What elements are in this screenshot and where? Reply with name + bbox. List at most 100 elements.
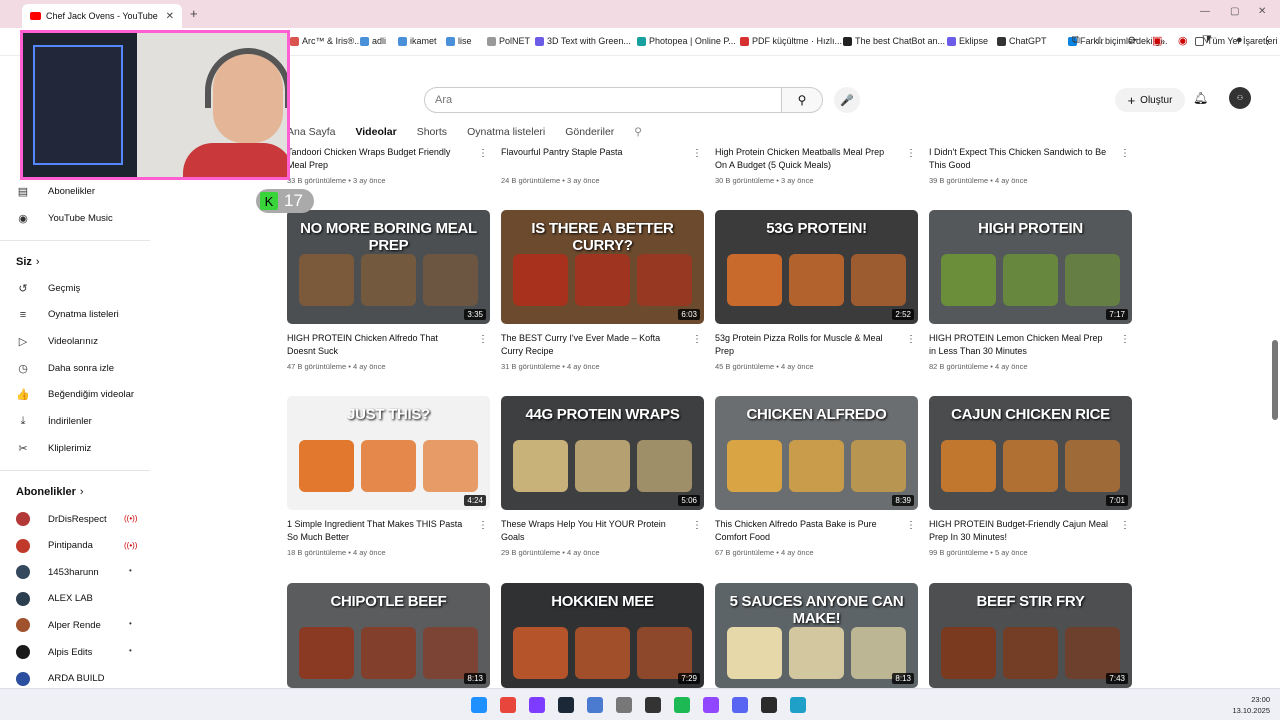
video-title[interactable]: The BEST Curry I've Ever Made – Kofta Cu…	[501, 332, 681, 358]
tab-playlists[interactable]: Oynatma listeleri	[467, 126, 545, 142]
browser-menu-icon[interactable]: ⋮	[1262, 34, 1273, 47]
create-button[interactable]: + Oluştur	[1115, 88, 1185, 112]
tab-shorts[interactable]: Shorts	[417, 126, 447, 142]
bookmark-item[interactable]: The best ChatBot an...	[843, 36, 945, 46]
sidebar-item-like[interactable]: 👍 Beğendiğim videolar	[16, 388, 134, 401]
video-thumbnail[interactable]: HOKKIEN MEE 7:29	[501, 583, 704, 688]
video-card[interactable]: CAJUN CHICKEN RICE 7:01 HIGH PROTEIN Budge…	[929, 396, 1132, 557]
sidebar-subscriptions-header[interactable]: Abonelikler ›	[16, 486, 84, 498]
search-button[interactable]: ⚲	[781, 87, 823, 113]
video-title[interactable]: These Wraps Help You Hit YOUR Protein Go…	[501, 518, 681, 544]
video-card[interactable]: Tandoori Chicken Wraps Budget Friendly M…	[287, 146, 490, 185]
video-card[interactable]: IS THERE A BETTER CURRY? 6:03 The BEST Cur…	[501, 210, 704, 371]
video-card[interactable]: HIGH PROTEIN 7:17 HIGH PROTEIN Lemon Chick…	[929, 210, 1132, 371]
more-options-icon[interactable]: ⋮	[1120, 148, 1130, 159]
video-thumbnail[interactable]: BEEF STIR FRY 7:43	[929, 583, 1132, 688]
minimize-icon[interactable]: —	[1200, 6, 1210, 17]
spotify-icon[interactable]	[674, 697, 690, 713]
clock-app-icon[interactable]	[616, 697, 632, 713]
sidebar-item-clips[interactable]: ✂ Kliplerimiz	[16, 442, 91, 455]
sidebar-item-youtube-music[interactable]: ◉ YouTube Music	[16, 212, 113, 225]
video-thumbnail[interactable]: HIGH PROTEIN 7:17	[929, 210, 1132, 324]
sidebar-item-your-videos[interactable]: ▷ Videolarınız	[16, 335, 98, 348]
system-clock[interactable]: 23:00 13.10.2025	[1232, 694, 1270, 716]
windows-start-icon[interactable]	[471, 697, 487, 713]
subscription-item[interactable]: 1453harunn	[16, 565, 99, 580]
profile-icon[interactable]: ●	[1236, 34, 1243, 46]
extensions-puzzle-icon[interactable]: ⧩	[1202, 34, 1212, 47]
video-title[interactable]: HIGH PROTEIN Lemon Chicken Meal Prep in …	[929, 332, 1109, 358]
bookmark-item[interactable]: Arc™ & Iris®...	[290, 36, 362, 46]
video-title[interactable]: HIGH PROTEIN Chicken Alfredo That Doesnt…	[287, 332, 467, 358]
subscription-item[interactable]: Alper Rende	[16, 618, 101, 633]
extension-icon-1[interactable]: ⟳	[1128, 34, 1137, 47]
cast-icon[interactable]: ⧉	[1072, 34, 1080, 47]
video-thumbnail[interactable]: JUST THIS? 4:24	[287, 396, 490, 510]
notifications-bell-icon[interactable]: 🔔︎	[1193, 91, 1208, 105]
video-thumbnail[interactable]: NO MORE BORING MEAL PREP 3:35	[287, 210, 490, 324]
more-options-icon[interactable]: ⋮	[1120, 334, 1130, 345]
subscription-item[interactable]: DrDisRespect	[16, 512, 107, 526]
video-card[interactable]: High Protein Chicken Meatballs Meal Prep…	[715, 146, 918, 185]
more-options-icon[interactable]: ⋮	[906, 148, 916, 159]
terminal-icon[interactable]	[645, 697, 661, 713]
sidebar-item-playlist[interactable]: ≡ Oynatma listeleri	[16, 309, 119, 321]
more-options-icon[interactable]: ⋮	[692, 520, 702, 531]
video-card[interactable]: 5 SAUCES ANYONE CAN MAKE! 8:13	[715, 583, 918, 688]
more-options-icon[interactable]: ⋮	[478, 334, 488, 345]
video-card[interactable]: HOKKIEN MEE 7:29	[501, 583, 704, 688]
video-card[interactable]: BEEF STIR FRY 7:43	[929, 583, 1132, 688]
sidebar-you-header[interactable]: Siz ›	[16, 256, 40, 268]
twitch-icon[interactable]	[703, 697, 719, 713]
subscription-item[interactable]: Pintipanda	[16, 538, 93, 553]
tab-posts[interactable]: Gönderiler	[565, 126, 614, 142]
chrome-icon[interactable]	[500, 697, 516, 713]
video-card[interactable]: JUST THIS? 4:24 1 Simple Ingredient That M…	[287, 396, 490, 557]
video-thumbnail[interactable]: CHICKEN ALFREDO 8:39	[715, 396, 918, 510]
video-thumbnail[interactable]: 44G PROTEIN WRAPS 5:06	[501, 396, 704, 510]
sidebar-item-subscriptions[interactable]: ▤ Abonelikler	[16, 185, 95, 198]
close-tab-icon[interactable]: ✕	[166, 11, 174, 22]
subscription-item[interactable]: ARDA BUILD	[16, 671, 105, 686]
settings-icon[interactable]	[790, 697, 806, 713]
snipping-icon[interactable]	[529, 697, 545, 713]
tab-videos[interactable]: Videolar	[355, 126, 396, 142]
video-card[interactable]: I Didn't Expect This Chicken Sandwich to…	[929, 146, 1132, 185]
video-title[interactable]: 53g Protein Pizza Rolls for Muscle & Mea…	[715, 332, 895, 358]
video-thumbnail[interactable]: CHIPOTLE BEEF 8:13	[287, 583, 490, 688]
steam-icon[interactable]	[558, 697, 574, 713]
video-title[interactable]: HIGH PROTEIN Budget-Friendly Cajun Meal …	[929, 518, 1109, 544]
extension-icon-2[interactable]: ▣	[1152, 34, 1162, 47]
sidebar-item-watch-later[interactable]: ◷ Daha sonra izle	[16, 362, 114, 375]
bookmark-item[interactable]: ikamet	[398, 36, 437, 46]
video-thumbnail[interactable]: 5 SAUCES ANYONE CAN MAKE! 8:13	[715, 583, 918, 688]
browser-tab[interactable]: Chef Jack Ovens - YouTube ✕	[22, 4, 182, 28]
obs-icon[interactable]	[761, 697, 777, 713]
more-options-icon[interactable]: ⋮	[906, 334, 916, 345]
video-title[interactable]: I Didn't Expect This Chicken Sandwich to…	[929, 146, 1109, 172]
bookmark-item[interactable]: ChatGPT	[997, 36, 1047, 46]
video-card[interactable]: 44G PROTEIN WRAPS 5:06 These Wraps Help Yo…	[501, 396, 704, 557]
bookmark-item[interactable]: PDF küçültme · Hızlı...	[740, 36, 842, 46]
video-card[interactable]: CHICKEN ALFREDO 8:39 This Chicken Alfredo …	[715, 396, 918, 557]
video-thumbnail[interactable]: CAJUN CHICKEN RICE 7:01	[929, 396, 1132, 510]
bookmark-item[interactable]: PolNET	[487, 36, 530, 46]
subscription-item[interactable]: Alpis Edits	[16, 645, 92, 659]
bookmark-item[interactable]: Photopea | Online P...	[637, 36, 736, 46]
new-tab-button[interactable]: +	[190, 6, 198, 21]
bookmark-item[interactable]: lise	[446, 36, 472, 46]
video-title[interactable]: 1 Simple Ingredient That Makes THIS Past…	[287, 518, 467, 544]
video-thumbnail[interactable]: IS THERE A BETTER CURRY? 6:03	[501, 210, 704, 324]
video-card[interactable]: 53G PROTEIN! 2:52 53g Protein Pizza Rolls …	[715, 210, 918, 371]
voice-search-button[interactable]: 🎤	[834, 87, 860, 113]
maximize-icon[interactable]: ▢	[1230, 6, 1239, 17]
more-options-icon[interactable]: ⋮	[478, 520, 488, 531]
more-options-icon[interactable]: ⋮	[1120, 520, 1130, 531]
bookmark-item[interactable]: Eklipse	[947, 36, 988, 46]
video-title[interactable]: Tandoori Chicken Wraps Budget Friendly M…	[287, 146, 467, 172]
star-icon[interactable]: ☆	[1095, 34, 1105, 47]
sidebar-item-download[interactable]: ⤓ İndirilenler	[16, 415, 92, 428]
bookmark-item[interactable]: 3D Text with Green...	[535, 36, 631, 46]
video-title[interactable]: Flavourful Pantry Staple Pasta	[501, 146, 681, 172]
notepad-icon[interactable]	[587, 697, 603, 713]
